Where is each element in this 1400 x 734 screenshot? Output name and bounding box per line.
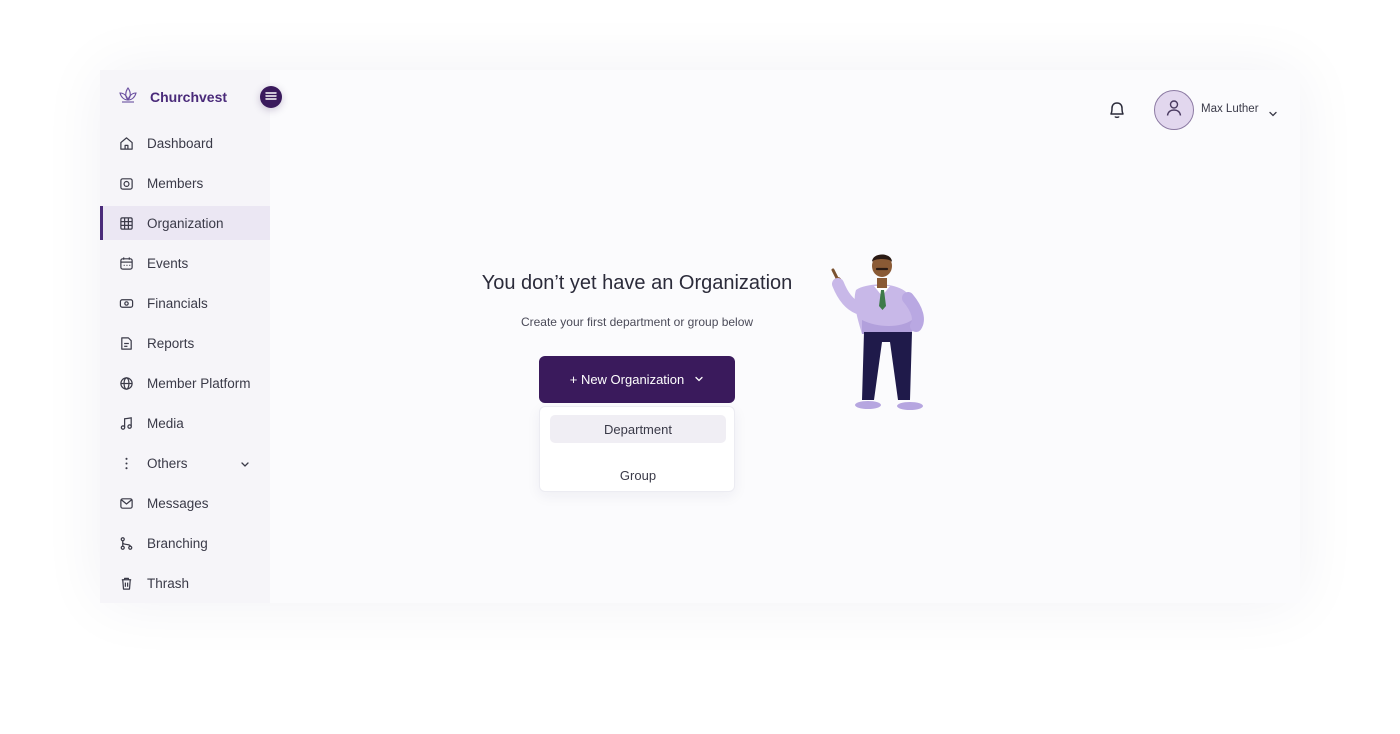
calendar-icon <box>119 256 134 271</box>
money-icon <box>119 296 134 311</box>
camera-icon <box>119 176 134 191</box>
sidebar-item-label: Others <box>147 455 188 471</box>
sidebar-item-thrash[interactable]: Thrash <box>100 566 270 600</box>
avatar[interactable] <box>1154 90 1194 130</box>
sidebar-item-label: Financials <box>147 295 208 311</box>
sidebar-item-organization[interactable]: Organization <box>100 206 270 240</box>
document-icon <box>119 336 134 351</box>
sidebar-item-media[interactable]: Media <box>100 406 270 440</box>
mail-icon <box>119 496 134 511</box>
sidebar-item-financials[interactable]: Financials <box>100 286 270 320</box>
sidebar-item-label: Members <box>147 175 204 191</box>
sidebar-item-label: Member Platform <box>147 375 251 391</box>
notifications-button[interactable] <box>1106 99 1128 121</box>
chevron-down-icon[interactable] <box>1268 106 1278 124</box>
empty-state-title: You don’t yet have an Organization <box>481 272 793 294</box>
sidebar: Churchvest Dashboard Members Organizatio… <box>100 70 282 606</box>
sidebar-item-label: Branching <box>147 535 208 551</box>
user-name[interactable]: Max Luther <box>1201 103 1259 115</box>
new-organization-button[interactable]: + New Organization <box>539 356 735 403</box>
branch-icon <box>119 536 134 551</box>
sidebar-item-label: Media <box>147 415 184 431</box>
sidebar-item-events[interactable]: Events <box>100 246 270 280</box>
sidebar-item-member-platform[interactable]: Member Platform <box>100 366 270 400</box>
sidebar-item-reports[interactable]: Reports <box>100 326 270 360</box>
sidebar-item-label: Reports <box>147 335 195 351</box>
sidebar-item-dashboard[interactable]: Dashboard <box>100 126 270 160</box>
dropdown-option-department[interactable]: Department <box>550 415 726 443</box>
chevron-down-icon <box>694 372 704 387</box>
sidebar-item-label: Events <box>147 255 189 271</box>
new-organization-label: + New Organization <box>569 372 685 387</box>
man-pointing-illustration <box>828 250 928 422</box>
sidebar-nav: Dashboard Members Organization Events Fi… <box>100 126 270 606</box>
trash-icon <box>119 576 134 591</box>
music-icon <box>119 416 134 431</box>
app-frame: Churchvest Dashboard Members Organizatio… <box>100 70 1300 603</box>
empty-state-subtitle: Create your first department or group be… <box>520 315 754 329</box>
globe-icon <box>119 376 134 391</box>
sidebar-item-messages[interactable]: Messages <box>100 486 270 520</box>
new-organization-dropdown: Department Group <box>539 406 735 492</box>
menu-icon <box>265 88 277 106</box>
brand[interactable]: Churchvest <box>118 86 227 108</box>
sidebar-item-label: Organization <box>147 215 224 231</box>
sidebar-item-others[interactable]: Others <box>100 446 270 480</box>
bell-icon <box>1106 102 1128 125</box>
home-icon <box>119 136 134 151</box>
sidebar-toggle-button[interactable] <box>260 86 282 108</box>
brand-name: Churchvest <box>150 89 228 105</box>
sidebar-item-members[interactable]: Members <box>100 166 270 200</box>
building-icon <box>119 216 134 231</box>
more-vertical-icon <box>119 456 134 471</box>
sidebar-item-label: Messages <box>147 495 209 511</box>
chevron-down-icon <box>240 457 250 472</box>
sidebar-item-label: Thrash <box>147 575 190 591</box>
dropdown-option-group[interactable]: Group <box>550 461 726 489</box>
sidebar-item-branching[interactable]: Branching <box>100 526 270 560</box>
user-icon <box>1164 98 1184 123</box>
lotus-logo-icon <box>118 85 138 110</box>
sidebar-item-label: Dashboard <box>147 135 214 151</box>
